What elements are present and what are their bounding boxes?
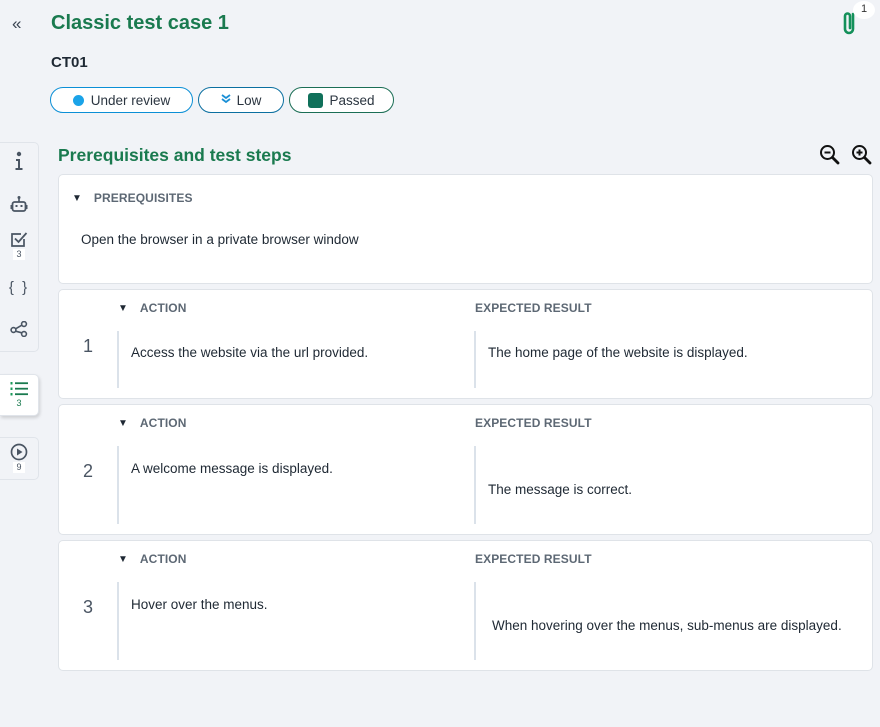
action-toggle[interactable]: ▼ ACTION — [118, 301, 187, 315]
test-case-reference: CT01 — [51, 54, 88, 71]
sidebar-item-parameters[interactable]: { } — [0, 279, 38, 296]
importance-label: Low — [236, 92, 262, 108]
step-action[interactable]: Access the website via the url provided. — [117, 331, 462, 388]
status-dot-icon — [72, 94, 84, 106]
zoom-in-icon — [852, 145, 872, 165]
caret-down-icon: ▼ — [72, 192, 82, 204]
step-number: 2 — [83, 461, 94, 481]
execution-result-label: Passed — [329, 92, 375, 108]
caret-down-icon: ▼ — [118, 553, 128, 565]
action-label: ACTION — [139, 301, 187, 315]
step-expected-result[interactable]: The home page of the website is displaye… — [474, 331, 864, 388]
step-number: 1 — [83, 336, 94, 356]
braces-icon: { } — [8, 279, 30, 296]
importance-badge[interactable]: Low — [198, 87, 284, 113]
attachment-count-badge: 1 — [853, 1, 875, 19]
sidebar-item-information[interactable] — [0, 151, 38, 171]
zoom-out-button[interactable] — [819, 144, 841, 166]
passed-square-icon — [308, 92, 324, 108]
sidebar-item-test-steps[interactable]: 3 — [0, 381, 38, 409]
collapse-panel-button[interactable]: « — [12, 14, 21, 34]
checkbox-icon — [11, 232, 28, 247]
step-expected-result[interactable]: When hovering over the menus, sub-menus … — [474, 582, 864, 660]
verified-requirements-count: 3 — [13, 249, 25, 260]
step-number: 3 — [83, 597, 94, 617]
prerequisites-toggle[interactable]: ▼ PREREQUISITES — [72, 191, 193, 205]
step-expected-result[interactable]: The message is correct. — [474, 446, 864, 524]
prerequisites-text[interactable]: Open the browser in a private browser wi… — [81, 232, 359, 247]
robot-icon — [10, 196, 28, 212]
expected-result-label: EXPECTED RESULT — [475, 301, 592, 315]
sidebar-group-executions: 9 — [0, 437, 39, 480]
prerequisites-card: ▼ PREREQUISITES Open the browser in a pr… — [58, 174, 873, 284]
status-label: Under review — [90, 92, 171, 108]
share-icon — [10, 321, 28, 337]
action-toggle[interactable]: ▼ ACTION — [118, 552, 187, 566]
execution-result-badge[interactable]: Passed — [289, 87, 394, 113]
status-badge[interactable]: Under review — [50, 87, 193, 113]
zoom-in-button[interactable] — [851, 144, 873, 166]
info-icon — [15, 151, 23, 170]
sidebar-item-executions[interactable]: 9 — [0, 443, 38, 473]
test-steps-count: 3 — [16, 398, 22, 408]
test-step-card: ▼ ACTION EXPECTED RESULT 2 A welcome mes… — [58, 404, 873, 535]
expected-result-label: EXPECTED RESULT — [475, 552, 592, 566]
action-label: ACTION — [139, 552, 187, 566]
numbered-list-icon — [10, 382, 28, 396]
double-chevron-down-icon — [221, 94, 231, 106]
play-icon — [10, 443, 28, 461]
expected-result-label: EXPECTED RESULT — [475, 416, 592, 430]
prerequisites-label: PREREQUISITES — [93, 191, 193, 205]
step-action[interactable]: A welcome message is displayed. — [117, 446, 462, 524]
sidebar-item-verified-requirements[interactable]: 3 — [0, 231, 38, 260]
section-title: Prerequisites and test steps — [58, 145, 292, 165]
executions-count: 9 — [13, 462, 25, 473]
caret-down-icon: ▼ — [118, 417, 128, 429]
test-step-card: ▼ ACTION EXPECTED RESULT 3 Hover over th… — [58, 540, 873, 671]
test-step-card: ▼ ACTION EXPECTED RESULT 1 Access the we… — [58, 289, 873, 399]
test-case-title: Classic test case 1 — [51, 12, 229, 34]
action-label: ACTION — [139, 416, 187, 430]
badge-row: Under review Low Passed — [50, 87, 394, 113]
sidebar-item-automation[interactable] — [0, 195, 38, 213]
zoom-out-icon — [820, 145, 840, 165]
step-action[interactable]: Hover over the menus. — [117, 582, 462, 660]
sidebar-item-calls[interactable] — [0, 321, 38, 337]
sidebar-group-steps: 3 — [0, 374, 39, 416]
action-toggle[interactable]: ▼ ACTION — [118, 416, 187, 430]
caret-down-icon: ▼ — [118, 302, 128, 314]
sidebar-group-main: 3 { } — [0, 142, 39, 352]
